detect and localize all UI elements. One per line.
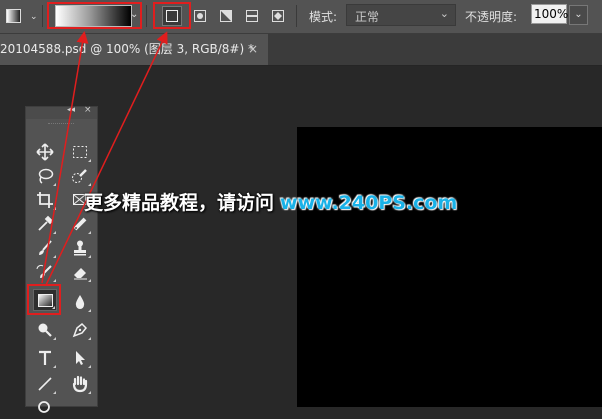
separator: [146, 5, 147, 27]
chevron-down-icon: ⌄: [439, 7, 449, 20]
dodge-tool[interactable]: [33, 319, 57, 341]
reflected-gradient-icon: [246, 10, 258, 22]
radial-gradient-icon: [194, 10, 206, 22]
watermark-url: www.240PS.com: [280, 192, 458, 214]
angle-gradient-button[interactable]: [216, 6, 236, 26]
mode-value: 正常: [355, 10, 380, 24]
angle-gradient-icon: [220, 10, 232, 22]
gradient-tool-icon: [6, 9, 21, 23]
collapse-icon[interactable]: ◂◂: [67, 105, 75, 115]
gradient-dropdown-chevron-icon[interactable]: ⌄: [130, 9, 138, 20]
document-canvas[interactable]: [297, 127, 602, 407]
dodge-icon: [38, 323, 52, 337]
pen-icon: [72, 322, 88, 338]
healing-brush-icon: [73, 217, 87, 231]
document-tab-bar: 20104588.psd @ 100% (图层 3, RGB/8#) * ×: [0, 34, 602, 66]
zoom-icon: [38, 401, 50, 413]
move-icon: [36, 143, 54, 161]
brush-tool[interactable]: [33, 237, 57, 259]
crop-icon: [37, 192, 53, 208]
eraser-tool[interactable]: [68, 261, 92, 283]
path-selection-tool[interactable]: [68, 347, 92, 369]
move-tool[interactable]: [33, 141, 57, 163]
opacity-dropdown-icon[interactable]: ⌄: [569, 5, 588, 25]
crop-tool[interactable]: [33, 189, 57, 211]
linear-gradient-icon: [166, 10, 178, 22]
mode-select[interactable]: 正常 ⌄: [346, 4, 456, 26]
blur-drop-icon: [75, 295, 85, 309]
hand-tool[interactable]: [68, 373, 92, 395]
line-icon: [38, 377, 52, 391]
radial-gradient-button[interactable]: [190, 6, 210, 26]
reflected-gradient-button[interactable]: [242, 6, 262, 26]
history-brush-tool[interactable]: [33, 261, 57, 283]
document-tab-title: 20104588.psd @ 100% (图层 3, RGB/8#) *: [0, 42, 254, 56]
quick-selection-icon: [72, 169, 87, 183]
document-tab[interactable]: 20104588.psd @ 100% (图层 3, RGB/8#) * ×: [0, 34, 268, 65]
type-icon: [39, 350, 51, 365]
opacity-label: 不透明度:: [465, 10, 518, 24]
diamond-gradient-button[interactable]: [268, 6, 288, 26]
clone-stamp-tool[interactable]: [68, 237, 92, 259]
toolbox-panel: ◂◂ ×: [25, 105, 98, 413]
eraser-icon: [74, 268, 87, 280]
marquee-tool[interactable]: [68, 141, 92, 163]
brush-icon: [39, 240, 52, 255]
arrow-pointer-icon: [76, 351, 85, 365]
options-bar: ⌄ ⌄ 模式: 正常 ⌄ 不透明度: 100% ⌄: [0, 0, 602, 34]
pen-tool[interactable]: [68, 319, 92, 341]
lasso-tool[interactable]: [33, 165, 57, 187]
watermark-chinese: 更多精品教程，请访问: [84, 192, 275, 214]
close-icon[interactable]: ×: [84, 105, 92, 115]
eyedropper-tool[interactable]: [33, 213, 57, 235]
linear-gradient-button[interactable]: [162, 6, 182, 26]
toolbox-grip[interactable]: [48, 123, 74, 127]
rectangular-marquee-icon: [73, 146, 87, 158]
eyedropper-icon: [38, 215, 54, 231]
chevron-down-icon: ⌄: [30, 12, 38, 22]
separator: [296, 5, 297, 27]
hand-icon: [72, 375, 88, 393]
close-icon[interactable]: ×: [248, 34, 258, 65]
watermark-text: 更多精品教程，请访问 www.240PS.com: [84, 188, 457, 215]
gradient-preview[interactable]: [55, 5, 132, 27]
diamond-gradient-icon: [272, 10, 284, 22]
gradient-tool[interactable]: [33, 289, 57, 311]
lasso-icon: [38, 168, 54, 184]
toolbox-header[interactable]: ◂◂ ×: [26, 105, 97, 119]
opacity-input[interactable]: 100%: [531, 4, 568, 24]
type-tool[interactable]: [33, 347, 57, 369]
clone-stamp-icon: [74, 240, 86, 256]
tool-preset-picker[interactable]: ⌄: [4, 7, 38, 25]
zoom-tool[interactable]: [33, 397, 57, 419]
history-brush-icon: [36, 264, 52, 278]
healing-brush-tool[interactable]: [68, 213, 92, 235]
separator: [42, 5, 43, 27]
line-tool[interactable]: [33, 373, 57, 395]
mode-label: 模式:: [309, 10, 338, 24]
quick-selection-tool[interactable]: [68, 165, 92, 187]
blur-tool[interactable]: [68, 291, 92, 313]
